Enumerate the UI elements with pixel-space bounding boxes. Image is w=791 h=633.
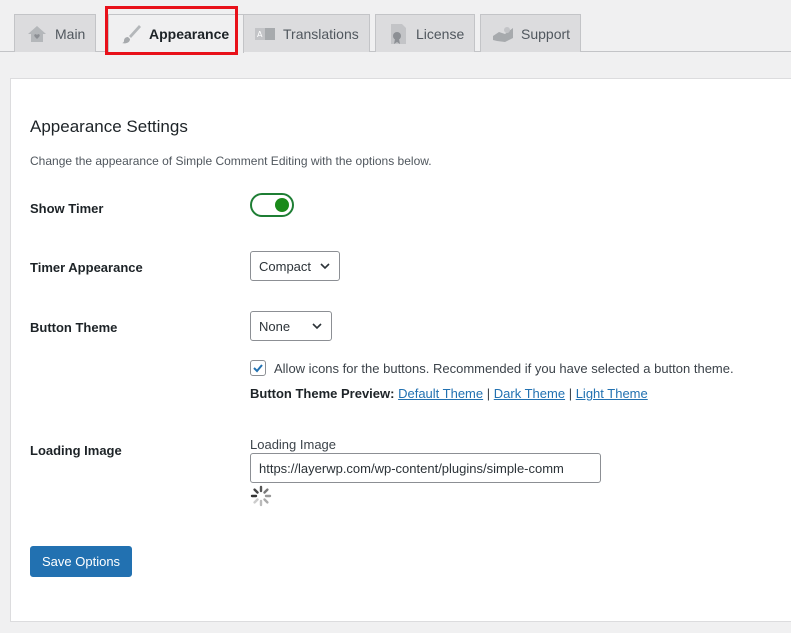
timer-appearance-label: Timer Appearance xyxy=(30,260,143,275)
tab-appearance[interactable]: Appearance xyxy=(108,14,245,53)
show-timer-label: Show Timer xyxy=(30,201,104,216)
toggle-knob xyxy=(275,198,289,212)
loading-image-url-input[interactable] xyxy=(250,453,601,483)
button-theme-preview: Button Theme Preview: Default Theme | Da… xyxy=(250,386,648,401)
separator: | xyxy=(486,386,491,401)
tab-label: License xyxy=(416,25,465,42)
tab-license[interactable]: License xyxy=(375,14,476,52)
tab-label: Appearance xyxy=(149,26,230,42)
page-description: Change the appearance of Simple Comment … xyxy=(30,154,432,168)
settings-tabs: Main Appearance A Translations License S… xyxy=(0,0,791,53)
settings-panel: Appearance Settings Change the appearanc… xyxy=(10,78,791,622)
preview-label: Button Theme Preview: xyxy=(250,386,395,401)
allow-icons-row: Allow icons for the buttons. Recommended… xyxy=(250,360,734,376)
svg-text:A: A xyxy=(257,30,263,39)
chevron-down-icon xyxy=(319,260,331,272)
allow-icons-checkbox[interactable] xyxy=(250,360,266,376)
tab-label: Support xyxy=(521,25,571,42)
license-badge-icon xyxy=(386,22,410,46)
button-theme-label: Button Theme xyxy=(30,320,118,335)
button-theme-select[interactable]: None xyxy=(250,311,332,341)
tab-translations[interactable]: A Translations xyxy=(242,14,370,52)
translation-icon: A xyxy=(253,22,277,46)
default-theme-link[interactable]: Default Theme xyxy=(398,386,483,401)
select-value: None xyxy=(259,318,291,334)
save-options-button[interactable]: Save Options xyxy=(30,546,133,577)
loading-spinner-icon xyxy=(249,484,273,508)
dark-theme-link[interactable]: Dark Theme xyxy=(494,386,565,401)
allow-icons-text: Allow icons for the buttons. Recommended… xyxy=(274,360,734,376)
light-theme-link[interactable]: Light Theme xyxy=(576,386,648,401)
select-value: Compact xyxy=(259,258,312,274)
support-icon xyxy=(491,22,515,46)
tab-label: Main xyxy=(55,25,86,42)
home-icon xyxy=(25,22,49,46)
loading-image-label: Loading Image xyxy=(30,443,122,458)
tab-main[interactable]: Main xyxy=(14,14,97,52)
timer-appearance-select[interactable]: Compact xyxy=(250,251,341,281)
show-timer-toggle[interactable] xyxy=(250,193,294,217)
separator: | xyxy=(568,386,573,401)
paintbrush-icon xyxy=(119,22,143,46)
tab-label: Translations xyxy=(283,25,359,42)
loading-image-field-label: Loading Image xyxy=(250,437,337,452)
checkmark-icon xyxy=(253,364,263,373)
page-title: Appearance Settings xyxy=(30,117,188,136)
chevron-down-icon xyxy=(311,320,323,332)
tab-support[interactable]: Support xyxy=(480,14,582,52)
